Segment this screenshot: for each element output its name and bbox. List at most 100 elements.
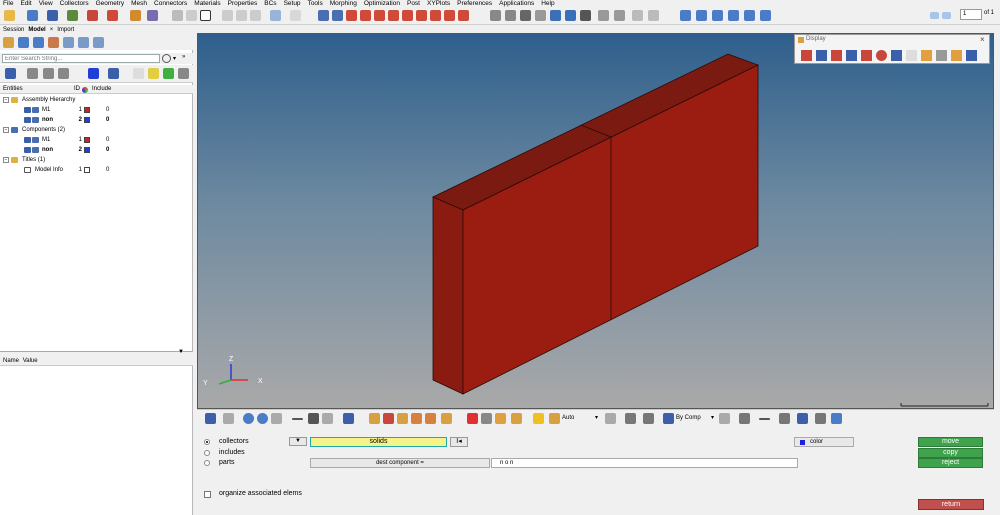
search-input[interactable] (2, 54, 160, 63)
tab-import[interactable]: Import (57, 27, 74, 33)
redo-icon[interactable] (290, 10, 301, 21)
mesh-display-icon[interactable] (966, 50, 977, 61)
menu-materials[interactable]: Materials (194, 0, 220, 7)
show-icon[interactable] (88, 68, 99, 79)
view-user-icon[interactable] (458, 10, 469, 21)
tree-row-component-m1[interactable]: M1 1 0 (0, 135, 193, 145)
feature-lines-icon[interactable] (861, 50, 872, 61)
includes-radio[interactable] (204, 450, 210, 456)
zoom-fit-icon[interactable] (490, 10, 501, 21)
save-icon[interactable] (47, 10, 58, 21)
cube-icon[interactable] (643, 413, 654, 424)
element-color-icon[interactable] (876, 50, 887, 61)
graphics-mode-icon[interactable] (343, 413, 354, 424)
line-style-icon[interactable] (759, 418, 770, 420)
solid-model-icon[interactable] (383, 413, 394, 424)
shaded-edges-icon[interactable] (831, 50, 842, 61)
layout-icon[interactable] (222, 10, 233, 21)
material-view-icon[interactable] (48, 37, 59, 48)
visibility-icon[interactable] (24, 137, 31, 143)
fit-all-icon[interactable] (580, 10, 591, 21)
visibility-icon[interactable] (24, 147, 31, 153)
open-model-icon[interactable] (4, 10, 15, 21)
color-swatch[interactable] (84, 167, 90, 173)
close-tab-icon[interactable]: × (50, 27, 54, 33)
menu-xyplots[interactable]: XYPlots (427, 0, 450, 7)
dest-component-field[interactable]: n o n (491, 458, 798, 468)
color-by-select[interactable]: By Comp (676, 415, 701, 421)
clear-icon[interactable] (186, 10, 197, 21)
entity-view-icon[interactable] (3, 37, 14, 48)
material-icon[interactable] (441, 413, 452, 424)
organize-checkbox[interactable] (204, 491, 211, 498)
color-mode-auto-select[interactable]: Auto (562, 415, 574, 421)
collapse-icon[interactable]: − (3, 97, 9, 103)
minus-icon[interactable] (292, 418, 303, 420)
load-icon[interactable] (411, 413, 422, 424)
entity-type-dropdown[interactable]: ▼ (289, 437, 307, 446)
window-frame-icon[interactable] (200, 10, 211, 21)
collapse-icon[interactable]: − (3, 127, 9, 133)
thickness-icon[interactable] (397, 413, 408, 424)
pan-icon[interactable] (332, 10, 343, 21)
reject-button[interactable]: reject (918, 458, 983, 468)
color-swatch[interactable] (84, 137, 90, 143)
graphics-viewport[interactable]: Z X Y (197, 33, 994, 409)
part-view-icon[interactable] (78, 37, 89, 48)
attach-icon[interactable] (223, 413, 234, 424)
menu-optimization[interactable]: Optimization (364, 0, 400, 7)
collectors-radio[interactable] (204, 439, 210, 445)
options-icon[interactable] (178, 68, 189, 79)
menu-edit[interactable]: Edit (20, 0, 31, 7)
show-all-icon[interactable] (148, 68, 159, 79)
point-style-icon[interactable] (779, 413, 790, 424)
transparent-icon[interactable] (846, 50, 857, 61)
abc-highlight-icon[interactable] (951, 50, 962, 61)
subsystem-view-icon[interactable] (93, 37, 104, 48)
zoom-in-icon[interactable] (505, 10, 516, 21)
parts-radio[interactable] (204, 460, 210, 466)
value-header[interactable]: Value (23, 358, 38, 364)
hand-pan-icon[interactable] (535, 10, 546, 21)
tree-row-components[interactable]: − Components (2) (0, 125, 193, 135)
dest-component-button[interactable]: dest component = (310, 458, 490, 468)
lighting-icon[interactable] (605, 413, 616, 424)
undo-icon[interactable] (270, 10, 281, 21)
vertical-rotate-icon[interactable] (565, 10, 576, 21)
search-expand-icon[interactable]: » (182, 54, 185, 60)
spin-icon[interactable] (550, 10, 561, 21)
cursor-select-icon[interactable] (133, 68, 144, 79)
tree-row-assembly-hierarchy[interactable]: − Assembly Hierarchy (0, 95, 193, 105)
wireframe-icon[interactable] (801, 50, 812, 61)
abc-label-icon[interactable] (936, 50, 947, 61)
shaded-style-icon[interactable] (739, 413, 750, 424)
view-window-1-icon[interactable] (680, 10, 691, 21)
color-swatch[interactable] (84, 117, 90, 123)
delete-icon[interactable] (467, 413, 478, 424)
import-icon[interactable] (27, 10, 38, 21)
view-iso-icon[interactable] (444, 10, 455, 21)
tree-row-titles[interactable]: − Titles (1) (0, 155, 193, 165)
menu-setup[interactable]: Setup (284, 0, 301, 7)
color-icon[interactable] (163, 68, 174, 79)
reset-selection-button[interactable]: I◂ (450, 437, 468, 447)
perspective-icon[interactable] (625, 413, 636, 424)
view-back-icon[interactable] (374, 10, 385, 21)
move-button[interactable]: move (918, 437, 983, 447)
library-icon[interactable] (147, 10, 158, 21)
menu-geometry[interactable]: Geometry (96, 0, 125, 7)
page-forward-icon[interactable] (942, 12, 951, 19)
assembly-view-icon[interactable] (33, 37, 44, 48)
menu-applications[interactable]: Applications (499, 0, 534, 7)
results-icon[interactable] (107, 10, 118, 21)
view-window-4-icon[interactable] (728, 10, 739, 21)
menu-bcs[interactable]: BCs (264, 0, 276, 7)
filter-component-icon[interactable] (5, 68, 16, 79)
menu-properties[interactable]: Properties (228, 0, 258, 7)
favorite-icon[interactable] (533, 413, 544, 424)
entities-header[interactable]: Entities (3, 86, 23, 92)
solids-selector[interactable]: solids (310, 437, 447, 447)
include-view-icon[interactable] (63, 37, 74, 48)
include-header[interactable]: Include (92, 86, 111, 92)
shaded-icon[interactable] (816, 50, 827, 61)
